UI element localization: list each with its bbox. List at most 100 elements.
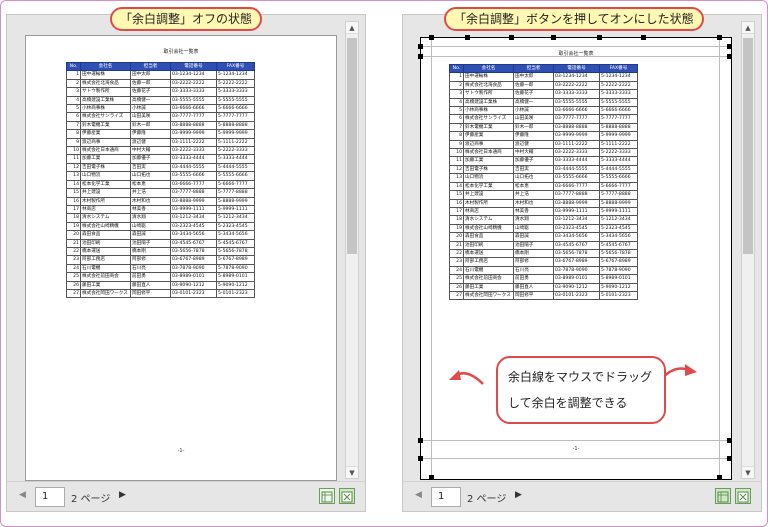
table-cell: 19	[449, 223, 464, 234]
table-cell: 5	[449, 106, 464, 116]
vertical-scrollbar[interactable]: ▲ ▼	[741, 21, 755, 479]
current-page-input[interactable]: 1	[431, 487, 461, 507]
table-cell: 03-9999-1111	[553, 206, 600, 217]
bottom-margin-line[interactable]	[421, 440, 731, 441]
table-cell: 藤田直人	[513, 282, 554, 292]
margin-handle[interactable]	[727, 54, 732, 59]
table-cell: 5-0101-2323	[599, 290, 638, 301]
margin-handle[interactable]	[641, 35, 646, 40]
table-cell: 5-5555-5555	[216, 95, 255, 106]
page-total-label: 2 ページ	[71, 494, 111, 505]
table-cell: 山口物流	[80, 171, 131, 181]
table-cell: 03-1212-3434	[553, 215, 600, 225]
table-cell: 26	[66, 280, 81, 290]
table-body: 1 田中運輸株 田中太郎 03-1234-1234 5-1234-1234 2 株式会社北海…	[66, 70, 255, 299]
show-margins-button[interactable]	[319, 488, 335, 504]
table-cell: 株式会社前田商会	[463, 274, 514, 284]
table-cell: 阿部工務店	[80, 255, 131, 265]
table-body: 1 田中運輸株 田中太郎 03-1234-1234 5-1234-1234 2 株式会社北海…	[449, 72, 638, 301]
company-table: No. 会社名 担当者 電話番号 FAX番号 1 田中運輸株 田中太郎 03-1234-123…	[449, 63, 638, 301]
show-margins-button[interactable]	[715, 488, 731, 504]
margin-handle[interactable]	[727, 456, 732, 461]
table-cell: 5-9999-9999	[216, 129, 255, 139]
scroll-down-arrow-icon[interactable]: ▼	[742, 466, 754, 478]
column-header: 電話番号	[170, 61, 217, 72]
table-cell: 16	[66, 196, 81, 206]
table-cell: 株式会社山崎精機	[80, 221, 131, 232]
margin-handle[interactable]	[717, 35, 722, 40]
margin-handle[interactable]	[727, 438, 732, 443]
table-cell: 木村和也	[130, 196, 171, 206]
table-cell: 岡田修平	[130, 288, 171, 299]
left-margin-line[interactable]	[431, 38, 432, 479]
table-cell: 伊藤隆	[513, 131, 554, 141]
table-cell: 5-3333-3333	[599, 89, 638, 99]
margin-handle[interactable]	[597, 35, 602, 40]
table-cell: 03-5656-7878	[553, 248, 600, 259]
prev-page-icon[interactable]: ◀	[415, 490, 422, 500]
margin-handle[interactable]	[429, 475, 434, 480]
table-row: 7 鈴木電機工業 鈴木一郎 03-8888-8888 5-8888-8888	[66, 120, 255, 131]
margin-handle[interactable]	[418, 456, 423, 461]
table-cell: 山崎聡	[513, 223, 554, 234]
table-cell: 5-3333-4444	[599, 156, 638, 166]
table-cell: 5-9999-1111	[216, 204, 255, 215]
table-cell: 清水システム	[463, 215, 514, 225]
table-cell: 03-9999-1111	[170, 204, 217, 215]
margin-handle[interactable]	[717, 475, 722, 480]
margin-handle[interactable]	[418, 44, 423, 49]
table-cell: 4	[66, 95, 81, 106]
table-cell: 5-7777-7777	[599, 114, 638, 124]
company-table: No. 会社名 担当者 電話番号 FAX番号 1 田中運輸株 田中太郎 03-1234-123…	[66, 61, 255, 299]
top-margin-line[interactable]	[421, 56, 731, 57]
margin-handle[interactable]	[465, 35, 470, 40]
table-cell: 小林誠	[130, 104, 171, 114]
table-cell: 14	[66, 179, 81, 190]
table-cell: 清水翔	[130, 213, 171, 223]
table-cell: 高橋健一	[513, 97, 554, 108]
table-cell: 藤田直人	[130, 280, 171, 290]
table-cell: 03-6767-8989	[553, 257, 600, 267]
table-cell: 6	[449, 114, 464, 124]
margin-handle[interactable]	[727, 44, 732, 49]
table-cell: 8	[449, 131, 464, 141]
current-page-input[interactable]: 1	[35, 487, 65, 507]
table-cell: 5-8888-9999	[216, 196, 255, 206]
scroll-thumb[interactable]	[743, 38, 753, 254]
right-margin-line[interactable]	[719, 38, 720, 479]
margin-handle[interactable]	[418, 54, 423, 59]
table-cell: 03-8888-9999	[170, 196, 217, 206]
next-page-icon[interactable]: ▶	[119, 490, 126, 500]
table-cell: 03-2222-3333	[170, 146, 217, 156]
table-cell: 吉田実	[130, 162, 171, 173]
margin-handle[interactable]	[429, 35, 434, 40]
table-cell: 03-2222-2222	[553, 80, 600, 91]
scroll-thumb[interactable]	[347, 38, 357, 254]
table-cell: 03-7878-9090	[170, 263, 217, 274]
table-cell: 5-7777-7777	[216, 112, 255, 122]
table-cell: 加藤優子	[130, 154, 171, 164]
table-cell: 岡田修平	[513, 290, 554, 301]
scroll-up-arrow-icon[interactable]: ▲	[742, 22, 754, 34]
scroll-down-arrow-icon[interactable]: ▼	[346, 466, 358, 478]
table-row: 14 松本化学工業 松本恵 03-6666-7777 5-6666-7777	[66, 179, 255, 190]
scroll-up-arrow-icon[interactable]: ▲	[346, 22, 358, 34]
vertical-scrollbar[interactable]: ▲ ▼	[345, 21, 359, 479]
margin-handle[interactable]	[418, 438, 423, 443]
table-cell: 4	[449, 97, 464, 108]
table-cell: 株式会社前田商会	[80, 272, 131, 282]
header-margin-line[interactable]	[421, 46, 731, 47]
table-cell: 吉田電子株	[80, 162, 131, 173]
margin-handle[interactable]	[509, 35, 514, 40]
next-page-icon[interactable]: ▶	[515, 490, 522, 500]
prev-page-icon[interactable]: ◀	[19, 490, 26, 500]
margin-handle[interactable]	[551, 35, 556, 40]
footer-margin-line[interactable]	[421, 458, 731, 459]
table-cell: 5-9999-1111	[599, 206, 638, 217]
preview-navigation-bar: ◀ 1 2 ページ ▶	[403, 481, 761, 511]
table-cell: 11	[449, 156, 464, 166]
table-cell: 22	[449, 248, 464, 259]
zoom-to-page-button[interactable]	[339, 488, 355, 504]
table-cell: 株式会社北海食品	[463, 80, 514, 91]
zoom-to-page-button[interactable]	[735, 488, 751, 504]
